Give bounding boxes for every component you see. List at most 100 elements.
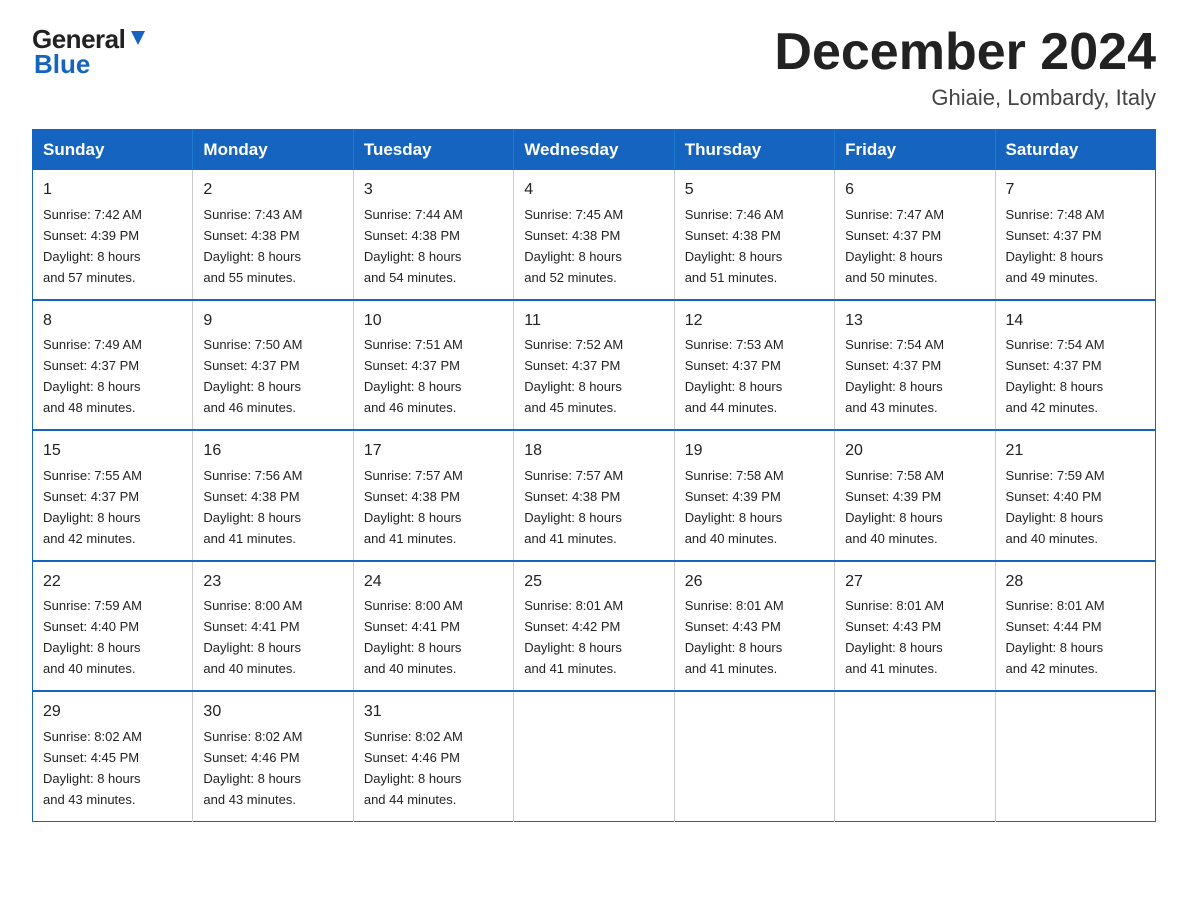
day-header-saturday: Saturday — [995, 130, 1155, 171]
day-info: Sunrise: 7:51 AMSunset: 4:37 PMDaylight:… — [364, 337, 463, 415]
day-header-monday: Monday — [193, 130, 353, 171]
day-info: Sunrise: 7:52 AMSunset: 4:37 PMDaylight:… — [524, 337, 623, 415]
day-info: Sunrise: 7:45 AMSunset: 4:38 PMDaylight:… — [524, 207, 623, 285]
day-header-wednesday: Wednesday — [514, 130, 674, 171]
day-number: 28 — [1006, 570, 1145, 595]
day-number: 25 — [524, 570, 663, 595]
calendar-cell: 9 Sunrise: 7:50 AMSunset: 4:37 PMDayligh… — [193, 300, 353, 430]
month-title: December 2024 — [774, 24, 1156, 81]
calendar-cell: 5 Sunrise: 7:46 AMSunset: 4:38 PMDayligh… — [674, 170, 834, 299]
calendar-cell: 21 Sunrise: 7:59 AMSunset: 4:40 PMDaylig… — [995, 430, 1155, 560]
day-info: Sunrise: 8:01 AMSunset: 4:43 PMDaylight:… — [685, 598, 784, 676]
day-number: 24 — [364, 570, 503, 595]
day-number: 2 — [203, 178, 342, 203]
calendar-cell: 22 Sunrise: 7:59 AMSunset: 4:40 PMDaylig… — [33, 561, 193, 691]
calendar-cell: 24 Sunrise: 8:00 AMSunset: 4:41 PMDaylig… — [353, 561, 513, 691]
day-info: Sunrise: 7:54 AMSunset: 4:37 PMDaylight:… — [1006, 337, 1105, 415]
calendar-cell: 28 Sunrise: 8:01 AMSunset: 4:44 PMDaylig… — [995, 561, 1155, 691]
calendar-cell: 3 Sunrise: 7:44 AMSunset: 4:38 PMDayligh… — [353, 170, 513, 299]
week-row-2: 8 Sunrise: 7:49 AMSunset: 4:37 PMDayligh… — [33, 300, 1156, 430]
day-info: Sunrise: 8:02 AMSunset: 4:46 PMDaylight:… — [203, 729, 302, 807]
day-info: Sunrise: 7:46 AMSunset: 4:38 PMDaylight:… — [685, 207, 784, 285]
days-of-week-row: SundayMondayTuesdayWednesdayThursdayFrid… — [33, 130, 1156, 171]
calendar-table: SundayMondayTuesdayWednesdayThursdayFrid… — [32, 129, 1156, 821]
day-header-sunday: Sunday — [33, 130, 193, 171]
day-header-tuesday: Tuesday — [353, 130, 513, 171]
day-number: 31 — [364, 700, 503, 725]
day-number: 12 — [685, 309, 824, 334]
day-info: Sunrise: 7:49 AMSunset: 4:37 PMDaylight:… — [43, 337, 142, 415]
logo: General Blue — [32, 24, 149, 80]
week-row-5: 29 Sunrise: 8:02 AMSunset: 4:45 PMDaylig… — [33, 691, 1156, 821]
calendar-cell: 23 Sunrise: 8:00 AMSunset: 4:41 PMDaylig… — [193, 561, 353, 691]
day-number: 29 — [43, 700, 182, 725]
day-info: Sunrise: 7:57 AMSunset: 4:38 PMDaylight:… — [524, 468, 623, 546]
day-header-friday: Friday — [835, 130, 995, 171]
day-number: 16 — [203, 439, 342, 464]
day-number: 1 — [43, 178, 182, 203]
day-info: Sunrise: 7:59 AMSunset: 4:40 PMDaylight:… — [1006, 468, 1105, 546]
calendar-cell: 10 Sunrise: 7:51 AMSunset: 4:37 PMDaylig… — [353, 300, 513, 430]
logo-blue-text: Blue — [34, 49, 90, 80]
day-info: Sunrise: 7:50 AMSunset: 4:37 PMDaylight:… — [203, 337, 302, 415]
calendar-cell — [835, 691, 995, 821]
calendar-cell: 14 Sunrise: 7:54 AMSunset: 4:37 PMDaylig… — [995, 300, 1155, 430]
day-info: Sunrise: 7:56 AMSunset: 4:38 PMDaylight:… — [203, 468, 302, 546]
calendar-cell: 19 Sunrise: 7:58 AMSunset: 4:39 PMDaylig… — [674, 430, 834, 560]
week-row-3: 15 Sunrise: 7:55 AMSunset: 4:37 PMDaylig… — [33, 430, 1156, 560]
day-info: Sunrise: 7:55 AMSunset: 4:37 PMDaylight:… — [43, 468, 142, 546]
day-number: 8 — [43, 309, 182, 334]
calendar-cell: 4 Sunrise: 7:45 AMSunset: 4:38 PMDayligh… — [514, 170, 674, 299]
calendar-cell: 29 Sunrise: 8:02 AMSunset: 4:45 PMDaylig… — [33, 691, 193, 821]
day-info: Sunrise: 8:00 AMSunset: 4:41 PMDaylight:… — [203, 598, 302, 676]
day-number: 6 — [845, 178, 984, 203]
day-number: 4 — [524, 178, 663, 203]
title-block: December 2024 Ghiaie, Lombardy, Italy — [774, 24, 1156, 111]
day-info: Sunrise: 7:58 AMSunset: 4:39 PMDaylight:… — [845, 468, 944, 546]
day-info: Sunrise: 8:01 AMSunset: 4:42 PMDaylight:… — [524, 598, 623, 676]
day-number: 10 — [364, 309, 503, 334]
page-header: General Blue December 2024 Ghiaie, Lomba… — [32, 24, 1156, 111]
day-info: Sunrise: 7:58 AMSunset: 4:39 PMDaylight:… — [685, 468, 784, 546]
day-number: 30 — [203, 700, 342, 725]
day-info: Sunrise: 8:02 AMSunset: 4:46 PMDaylight:… — [364, 729, 463, 807]
day-info: Sunrise: 7:59 AMSunset: 4:40 PMDaylight:… — [43, 598, 142, 676]
calendar-cell: 7 Sunrise: 7:48 AMSunset: 4:37 PMDayligh… — [995, 170, 1155, 299]
week-row-4: 22 Sunrise: 7:59 AMSunset: 4:40 PMDaylig… — [33, 561, 1156, 691]
day-info: Sunrise: 7:42 AMSunset: 4:39 PMDaylight:… — [43, 207, 142, 285]
calendar-cell: 26 Sunrise: 8:01 AMSunset: 4:43 PMDaylig… — [674, 561, 834, 691]
day-number: 22 — [43, 570, 182, 595]
day-info: Sunrise: 7:53 AMSunset: 4:37 PMDaylight:… — [685, 337, 784, 415]
day-number: 13 — [845, 309, 984, 334]
day-header-thursday: Thursday — [674, 130, 834, 171]
day-number: 19 — [685, 439, 824, 464]
calendar-cell: 27 Sunrise: 8:01 AMSunset: 4:43 PMDaylig… — [835, 561, 995, 691]
day-number: 5 — [685, 178, 824, 203]
calendar-cell: 17 Sunrise: 7:57 AMSunset: 4:38 PMDaylig… — [353, 430, 513, 560]
day-number: 7 — [1006, 178, 1145, 203]
day-number: 21 — [1006, 439, 1145, 464]
day-info: Sunrise: 8:00 AMSunset: 4:41 PMDaylight:… — [364, 598, 463, 676]
day-number: 20 — [845, 439, 984, 464]
day-info: Sunrise: 8:02 AMSunset: 4:45 PMDaylight:… — [43, 729, 142, 807]
day-info: Sunrise: 7:54 AMSunset: 4:37 PMDaylight:… — [845, 337, 944, 415]
calendar-cell: 12 Sunrise: 7:53 AMSunset: 4:37 PMDaylig… — [674, 300, 834, 430]
logo-triangle-icon — [127, 27, 149, 49]
day-info: Sunrise: 8:01 AMSunset: 4:44 PMDaylight:… — [1006, 598, 1105, 676]
calendar-cell: 2 Sunrise: 7:43 AMSunset: 4:38 PMDayligh… — [193, 170, 353, 299]
calendar-cell — [514, 691, 674, 821]
day-number: 3 — [364, 178, 503, 203]
day-number: 15 — [43, 439, 182, 464]
calendar-cell: 31 Sunrise: 8:02 AMSunset: 4:46 PMDaylig… — [353, 691, 513, 821]
day-number: 26 — [685, 570, 824, 595]
day-number: 18 — [524, 439, 663, 464]
calendar-cell: 16 Sunrise: 7:56 AMSunset: 4:38 PMDaylig… — [193, 430, 353, 560]
day-number: 27 — [845, 570, 984, 595]
calendar-cell: 8 Sunrise: 7:49 AMSunset: 4:37 PMDayligh… — [33, 300, 193, 430]
day-info: Sunrise: 7:43 AMSunset: 4:38 PMDaylight:… — [203, 207, 302, 285]
day-number: 23 — [203, 570, 342, 595]
calendar-cell: 15 Sunrise: 7:55 AMSunset: 4:37 PMDaylig… — [33, 430, 193, 560]
day-number: 9 — [203, 309, 342, 334]
day-number: 11 — [524, 309, 663, 334]
calendar-cell: 18 Sunrise: 7:57 AMSunset: 4:38 PMDaylig… — [514, 430, 674, 560]
